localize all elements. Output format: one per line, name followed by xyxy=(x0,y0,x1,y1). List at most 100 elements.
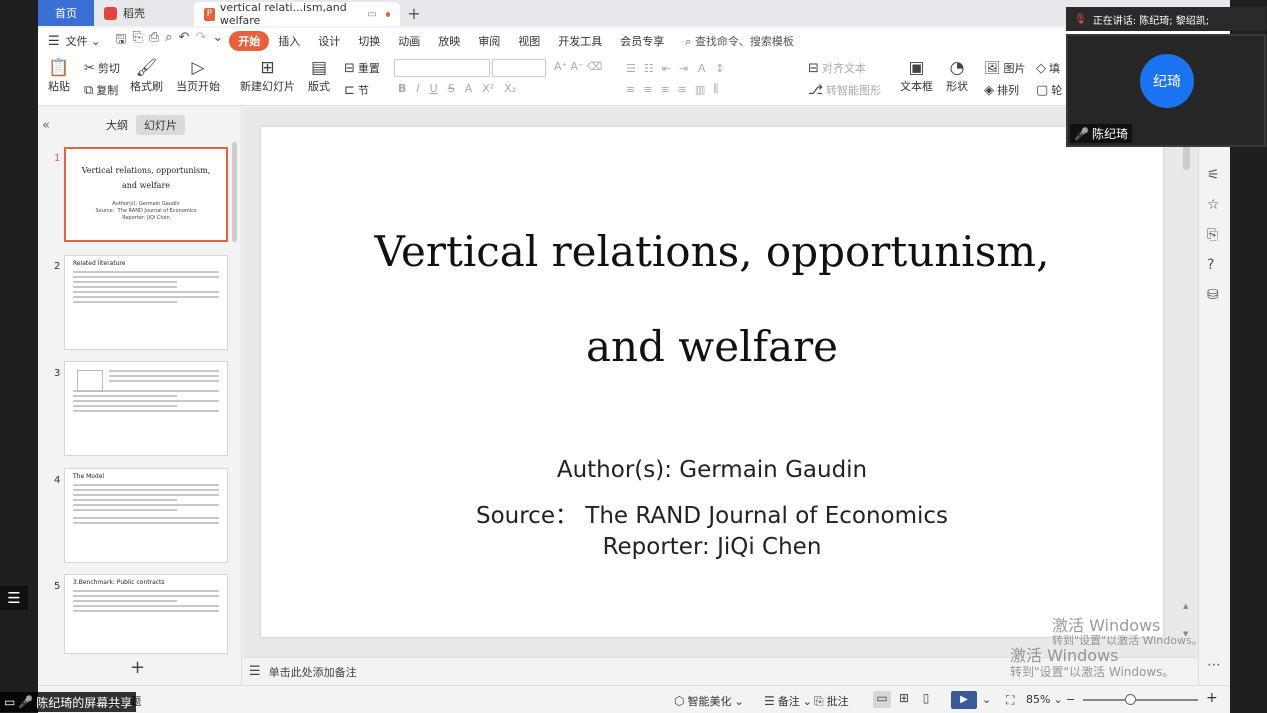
decrease-indent-icon[interactable]: ⇤ xyxy=(662,62,671,75)
meeting-video-tile[interactable]: 纪琦 🎤 陈纪琦 xyxy=(1066,34,1266,147)
menu-view[interactable]: 视图 xyxy=(509,33,549,49)
tab-document[interactable]: P vertical relati...ism,and welfare ▭ xyxy=(194,1,400,27)
copy-button[interactable]: ⧉ 复制 xyxy=(84,82,118,98)
slide-author[interactable]: Author(s): Germain Gaudin xyxy=(261,457,1163,483)
menu-review[interactable]: 审阅 xyxy=(469,33,509,49)
underline-icon[interactable]: U xyxy=(430,82,438,95)
tab-outline[interactable]: 大纲 xyxy=(98,115,136,135)
tab-slides[interactable]: 幻灯片 xyxy=(136,115,185,135)
undo-icon[interactable]: ↶ xyxy=(179,30,190,52)
fill-button[interactable]: ◇ 填 xyxy=(1036,60,1060,76)
preview-icon[interactable]: ⌕ xyxy=(165,30,172,52)
more-icon[interactable]: ⋯ xyxy=(1207,657,1221,673)
slide-thumb-5[interactable]: 3.Benchmark: Public contracts xyxy=(64,574,228,654)
save-icon[interactable]: 🖫 xyxy=(115,30,126,52)
play-from-current-button[interactable]: ▷ 当页开始 xyxy=(176,58,220,94)
slide-reporter[interactable]: Reporter: JiQi Chen xyxy=(261,534,1163,560)
menu-animation[interactable]: 动画 xyxy=(389,33,429,49)
slide-source[interactable]: Source： The RAND Journal of Economics xyxy=(261,496,1163,530)
slideshow-menu[interactable]: ⌄ xyxy=(982,693,991,706)
print-icon[interactable]: ⎙ xyxy=(149,30,159,52)
hamburger-icon[interactable]: ☰ xyxy=(48,34,60,49)
arrange-button[interactable]: ◈ 排列 xyxy=(984,82,1019,98)
zoom-slider-knob[interactable] xyxy=(1125,694,1136,705)
slide-title-line-1[interactable]: Vertical relations, opportunism, xyxy=(261,227,1163,276)
cut-button[interactable]: ✂ 剪切 xyxy=(84,60,120,76)
zoom-in-button[interactable]: + xyxy=(1206,690,1218,706)
font-size-combo[interactable] xyxy=(492,59,546,77)
zoom-slider-track[interactable] xyxy=(1083,699,1198,701)
align-right-icon[interactable]: ≡ xyxy=(660,83,669,96)
subscript-icon[interactable]: X₂ xyxy=(504,82,516,95)
section-button[interactable]: ⊏ 节 xyxy=(344,82,369,98)
menu-slideshow[interactable]: 放映 xyxy=(429,33,469,49)
menu-insert[interactable]: 插入 xyxy=(269,33,309,49)
columns-icon[interactable]: ⫼ xyxy=(713,82,718,96)
redo-icon[interactable]: ↷ xyxy=(195,30,206,52)
align-left-icon[interactable]: ≡ xyxy=(626,83,635,96)
notes-button[interactable]: ☰ 备注 ⌄ xyxy=(764,693,812,709)
thumb-scrollbar[interactable] xyxy=(232,142,237,242)
italic-icon[interactable]: I xyxy=(416,82,419,95)
zoom-out-button[interactable]: − xyxy=(1066,693,1075,706)
sorter-view-icon[interactable]: ⊞ xyxy=(895,691,913,708)
bullet-list-icon[interactable]: ☰ xyxy=(626,62,636,75)
align-center-icon[interactable]: ≡ xyxy=(643,83,652,96)
increase-indent-icon[interactable]: ⇥ xyxy=(679,62,688,75)
paragraph-buttons[interactable]: ☰ ☷ ⇤ ⇥ Ａ ↕ xyxy=(626,60,724,76)
help-icon[interactable]: ? xyxy=(1207,257,1214,273)
adjust-icon[interactable]: ⚟ xyxy=(1207,167,1220,183)
smart-beautify-button[interactable]: ⬡ 智能美化 ⌄ xyxy=(674,693,744,709)
tab-home[interactable]: 首页 xyxy=(38,0,94,26)
slide-thumb-4[interactable]: The Model xyxy=(64,468,228,563)
font-name-combo[interactable] xyxy=(394,59,490,77)
textbox-button[interactable]: ▣ 文本框 xyxy=(900,58,933,94)
line-spacing-icon[interactable]: ↕ xyxy=(715,62,724,75)
backup-icon[interactable]: ⛁ xyxy=(1207,287,1219,303)
menu-design[interactable]: 设计 xyxy=(309,33,349,49)
menu-transition[interactable]: 切换 xyxy=(349,33,389,49)
slide-thumb-3[interactable] xyxy=(64,361,228,456)
tab-daoke[interactable]: 稻壳 xyxy=(94,0,194,26)
scroll-up-icon[interactable]: ▲ xyxy=(1183,602,1188,610)
text-direction-icon[interactable]: Ａ xyxy=(696,60,707,76)
collapse-icon[interactable]: « xyxy=(42,118,50,133)
superscript-icon[interactable]: X² xyxy=(482,82,494,95)
menu-member[interactable]: 会员专享 xyxy=(611,33,673,49)
slide-thumb-1[interactable]: Vertical relations, opportunism, and wel… xyxy=(64,147,228,242)
list-icon[interactable]: ☰ xyxy=(0,586,28,610)
menu-home[interactable]: 开始 xyxy=(229,31,270,51)
comments-button[interactable]: ⎘ 批注 xyxy=(814,693,849,709)
pin-icon[interactable]: ☆ xyxy=(1207,197,1220,213)
strikethrough-icon[interactable]: S xyxy=(448,82,455,95)
smart-shape-button[interactable]: ⎇ 转智能图形 xyxy=(808,82,881,98)
bold-icon[interactable]: B xyxy=(398,82,406,95)
export-icon[interactable]: ⎘ xyxy=(132,30,142,52)
new-tab-button[interactable]: + xyxy=(400,0,428,26)
font-style-buttons[interactable]: B I U S A X² X₂ xyxy=(398,82,516,95)
slide-canvas[interactable]: Vertical relations, opportunism, and wel… xyxy=(261,127,1163,637)
zoom-level[interactable]: 85% ⌄ xyxy=(1026,693,1063,706)
outline-button[interactable]: ▢ 轮 xyxy=(1036,82,1062,98)
normal-view-icon[interactable]: ▭ xyxy=(873,691,891,708)
slide-scrollbar[interactable]: ▲ ▼ xyxy=(1181,130,1193,650)
slideshow-play-button[interactable]: ▶ xyxy=(951,691,977,709)
alignment-buttons[interactable]: ≡ ≡ ≡ ≡ ▥ ⫼ xyxy=(626,82,718,96)
slide-title-line-2[interactable]: and welfare xyxy=(261,322,1163,371)
layout-button[interactable]: ▤ 版式 xyxy=(308,58,330,94)
numbered-list-icon[interactable]: ☷ xyxy=(644,62,654,75)
slide-thumb-2[interactable]: Related literature xyxy=(64,255,228,350)
paste-button[interactable]: 📋 粘贴 xyxy=(48,58,70,94)
reading-view-icon[interactable]: ▯ xyxy=(917,691,935,708)
transition-icon[interactable]: ⎘ xyxy=(1207,227,1218,243)
menu-file[interactable]: 文件 ⌄ xyxy=(64,33,110,49)
justify-icon[interactable]: ≡ xyxy=(678,83,687,96)
distribute-icon[interactable]: ▥ xyxy=(695,83,705,96)
more-icon[interactable]: ⌄ xyxy=(212,30,223,52)
shape-button[interactable]: ◔ 形状 xyxy=(946,58,968,94)
menu-developer[interactable]: 开发工具 xyxy=(549,33,611,49)
command-search[interactable]: ⌕ 查找命令、搜索模板 xyxy=(673,33,794,49)
format-painter-button[interactable]: 🖌 格式刷 xyxy=(130,58,163,94)
add-slide-button[interactable]: + xyxy=(130,657,145,678)
picture-button[interactable]: 🖼 图片 xyxy=(984,60,1026,76)
